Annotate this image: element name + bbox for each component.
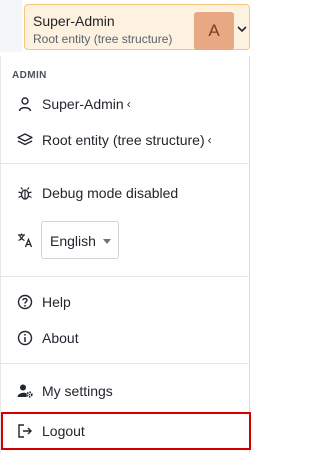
language-icon — [18, 233, 33, 248]
menu-item-debug-label: Debug mode disabled — [42, 185, 179, 201]
user-menu-toggle[interactable]: Super-Admin Root entity (tree structure)… — [24, 4, 250, 50]
menu-item-about[interactable]: About — [0, 321, 250, 355]
menu-item-settings-label: My settings — [42, 383, 113, 399]
info-circle-icon — [17, 330, 33, 346]
menu-item-help[interactable]: Help — [0, 285, 250, 319]
top-bar-left-strip — [0, 0, 22, 52]
divider — [0, 163, 250, 164]
menu-item-help-label: Help — [42, 294, 71, 310]
chevron-left-icon: ‹ — [126, 97, 131, 111]
menu-item-profile[interactable]: Super-Admin ‹ — [0, 87, 250, 121]
chevron-down-icon[interactable] — [237, 24, 247, 34]
menu-item-entity-label: Root entity (tree structure) — [42, 132, 205, 148]
top-bar: Super-Admin Root entity (tree structure)… — [0, 0, 252, 52]
chevron-left-icon: ‹ — [207, 133, 212, 147]
header-entity-name: Root entity (tree structure) — [33, 32, 173, 46]
menu-item-my-settings[interactable]: My settings — [0, 374, 250, 408]
divider — [0, 363, 250, 364]
language-select[interactable]: English — [41, 221, 119, 259]
logout-highlight-outline — [1, 412, 251, 450]
avatar[interactable]: A — [194, 12, 234, 50]
user-menu-page: Super-Admin Root entity (tree structure)… — [0, 0, 252, 453]
menu-item-debug-mode[interactable]: Debug mode disabled — [0, 176, 250, 210]
header-user-name: Super-Admin — [33, 13, 115, 29]
section-label-admin: ADMIN — [12, 70, 47, 81]
bug-icon — [17, 185, 33, 201]
select-arrow-icon — [103, 239, 111, 244]
menu-item-entity[interactable]: Root entity (tree structure) ‹ — [0, 123, 250, 157]
language-row: English — [0, 220, 250, 260]
user-icon — [17, 96, 33, 112]
help-circle-icon — [17, 294, 33, 310]
language-select-value: English — [50, 233, 96, 249]
layers-icon — [17, 132, 33, 148]
menu-item-profile-label: Super-Admin — [42, 96, 124, 112]
divider — [0, 276, 250, 277]
menu-item-about-label: About — [42, 330, 79, 346]
user-cog-icon — [17, 383, 33, 399]
